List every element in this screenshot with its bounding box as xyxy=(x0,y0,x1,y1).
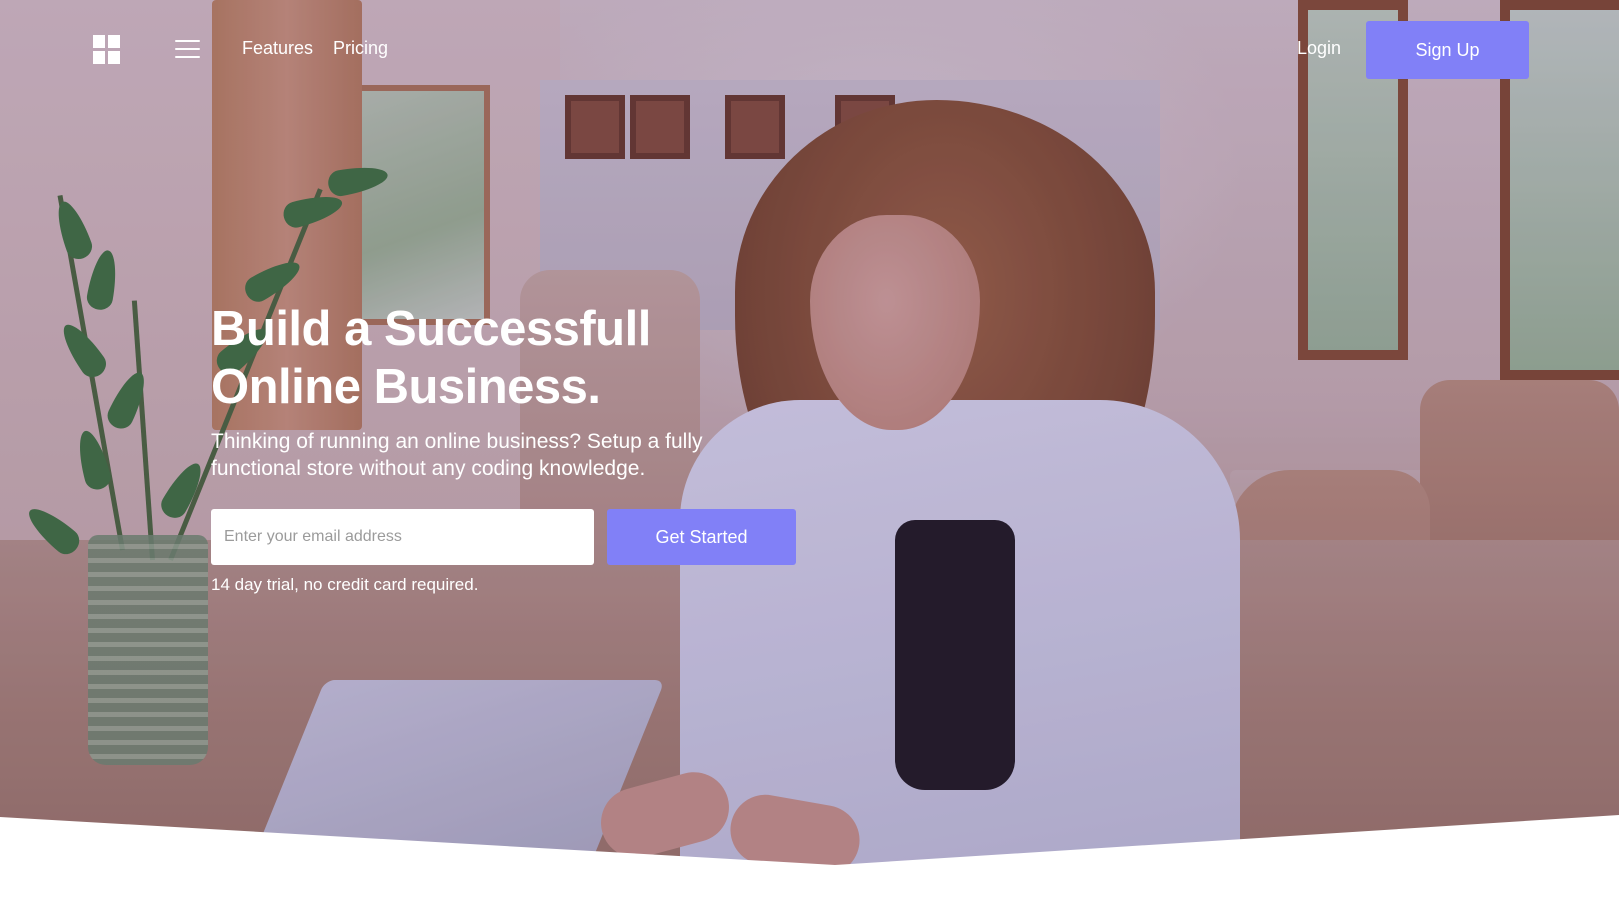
hero-bottom-curve xyxy=(0,815,1619,903)
headline-line-2: Online Business. xyxy=(211,360,601,414)
hero-subtext: Thinking of running an online business? … xyxy=(211,430,703,480)
windows-grid-icon[interactable] xyxy=(93,35,121,65)
nav-link-features[interactable]: Features xyxy=(242,38,313,59)
top-navbar: Features Pricing Login Sign Up xyxy=(0,0,1619,100)
email-input[interactable] xyxy=(211,509,594,565)
hamburger-menu-icon[interactable] xyxy=(175,40,200,59)
sign-up-button[interactable]: Sign Up xyxy=(1366,21,1529,79)
headline-line-1: Build a Successfull xyxy=(211,302,651,356)
login-link[interactable]: Login xyxy=(1297,38,1341,59)
nav-link-pricing[interactable]: Pricing xyxy=(333,38,388,59)
hero-headline: Build a Successfull Online Business. xyxy=(211,300,771,416)
trial-note: 14 day trial, no credit card required. xyxy=(211,575,479,594)
get-started-button[interactable]: Get Started xyxy=(607,509,796,565)
